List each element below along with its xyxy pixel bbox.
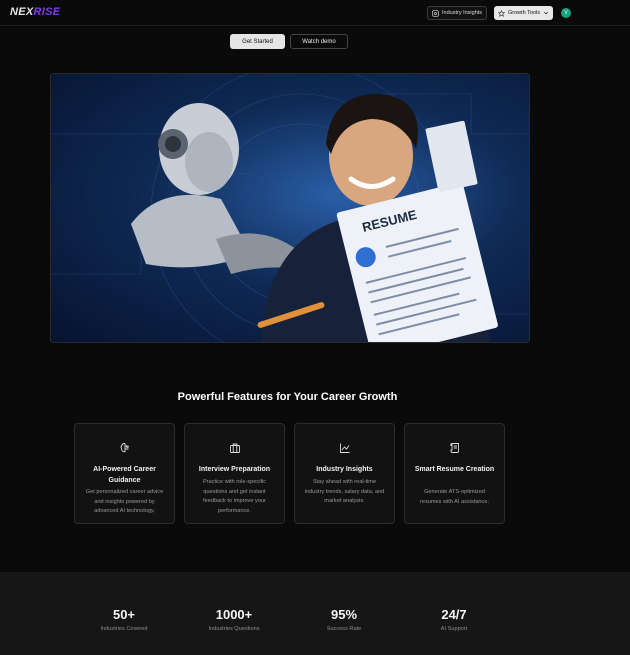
feature-description: Stay ahead with real-time industry trend… [304, 479, 385, 504]
stats-section: 50+ Industries Covered 1000+ Industries … [0, 572, 630, 655]
feature-description: Generate ATS-optimized resumes with AI a… [419, 489, 490, 505]
hero-illustration: RESUME [51, 74, 529, 342]
stat-ai-support: 24/7 AI Support [394, 607, 514, 632]
logo-text-primary: NEX [10, 6, 34, 18]
stat-label: Industries Questions [208, 626, 260, 632]
stat-label: Industries Covered [100, 626, 148, 632]
feature-card-interview-prep[interactable]: Interview Preparation Practice with role… [184, 423, 285, 524]
stat-industries: 50+ Industries Covered [64, 607, 184, 632]
feature-description: Practice with role-specific questions an… [202, 479, 267, 514]
stat-success-rate: 95% Success Rate [284, 607, 404, 632]
feature-card-career-guidance[interactable]: AI-Powered Career Guidance Get personali… [74, 423, 175, 524]
feature-title: Smart Resume Creation [414, 466, 495, 473]
chevron-down-icon [543, 11, 549, 15]
feature-card-industry-insights[interactable]: Industry Insights Stay ahead with real-t… [294, 423, 395, 524]
stat-questions: 1000+ Industries Questions [174, 607, 294, 632]
stat-value: 24/7 [441, 607, 467, 622]
growth-tools-dropdown[interactable]: Growth Tools [494, 6, 553, 20]
feature-title: Interview Preparation [198, 466, 271, 473]
gauge-icon [432, 9, 439, 17]
line-chart-icon [339, 443, 349, 453]
industry-insights-button[interactable]: Industry Insights [427, 6, 488, 20]
feature-description: Get personalized career advice and insig… [85, 489, 164, 514]
features-title: Powerful Features for Your Career Growth [177, 391, 398, 403]
get-started-button[interactable]: Get Started [230, 34, 285, 49]
logo[interactable]: NEXRISE [10, 6, 60, 18]
star-icon [498, 9, 505, 17]
logo-text-accent: RISE [33, 6, 61, 18]
feature-title: Industry Insights [316, 466, 373, 473]
stat-value: 95% [330, 607, 358, 622]
stat-label: AI Support [440, 626, 468, 632]
feature-title: AI-Powered Career Guidance [93, 466, 156, 484]
avatar[interactable]: V [561, 8, 571, 18]
industry-insights-label: Industry Insights [442, 10, 483, 16]
growth-tools-label: Growth Tools [508, 10, 540, 16]
feature-card-resume-creation[interactable]: Smart Resume Creation Generate ATS-optim… [404, 423, 505, 524]
brain-icon [120, 443, 129, 453]
scroll-icon [449, 443, 459, 453]
briefcase-icon [229, 443, 240, 453]
navbar: NEXRISE Industry Insights Growth Tools V [0, 0, 630, 26]
stat-value: 50+ [112, 607, 136, 622]
hero-image: RESUME [50, 73, 530, 343]
watch-demo-button[interactable]: Watch demo [290, 34, 348, 49]
stat-label: Success Rate [326, 626, 362, 632]
stat-value: 1000+ [215, 607, 253, 622]
